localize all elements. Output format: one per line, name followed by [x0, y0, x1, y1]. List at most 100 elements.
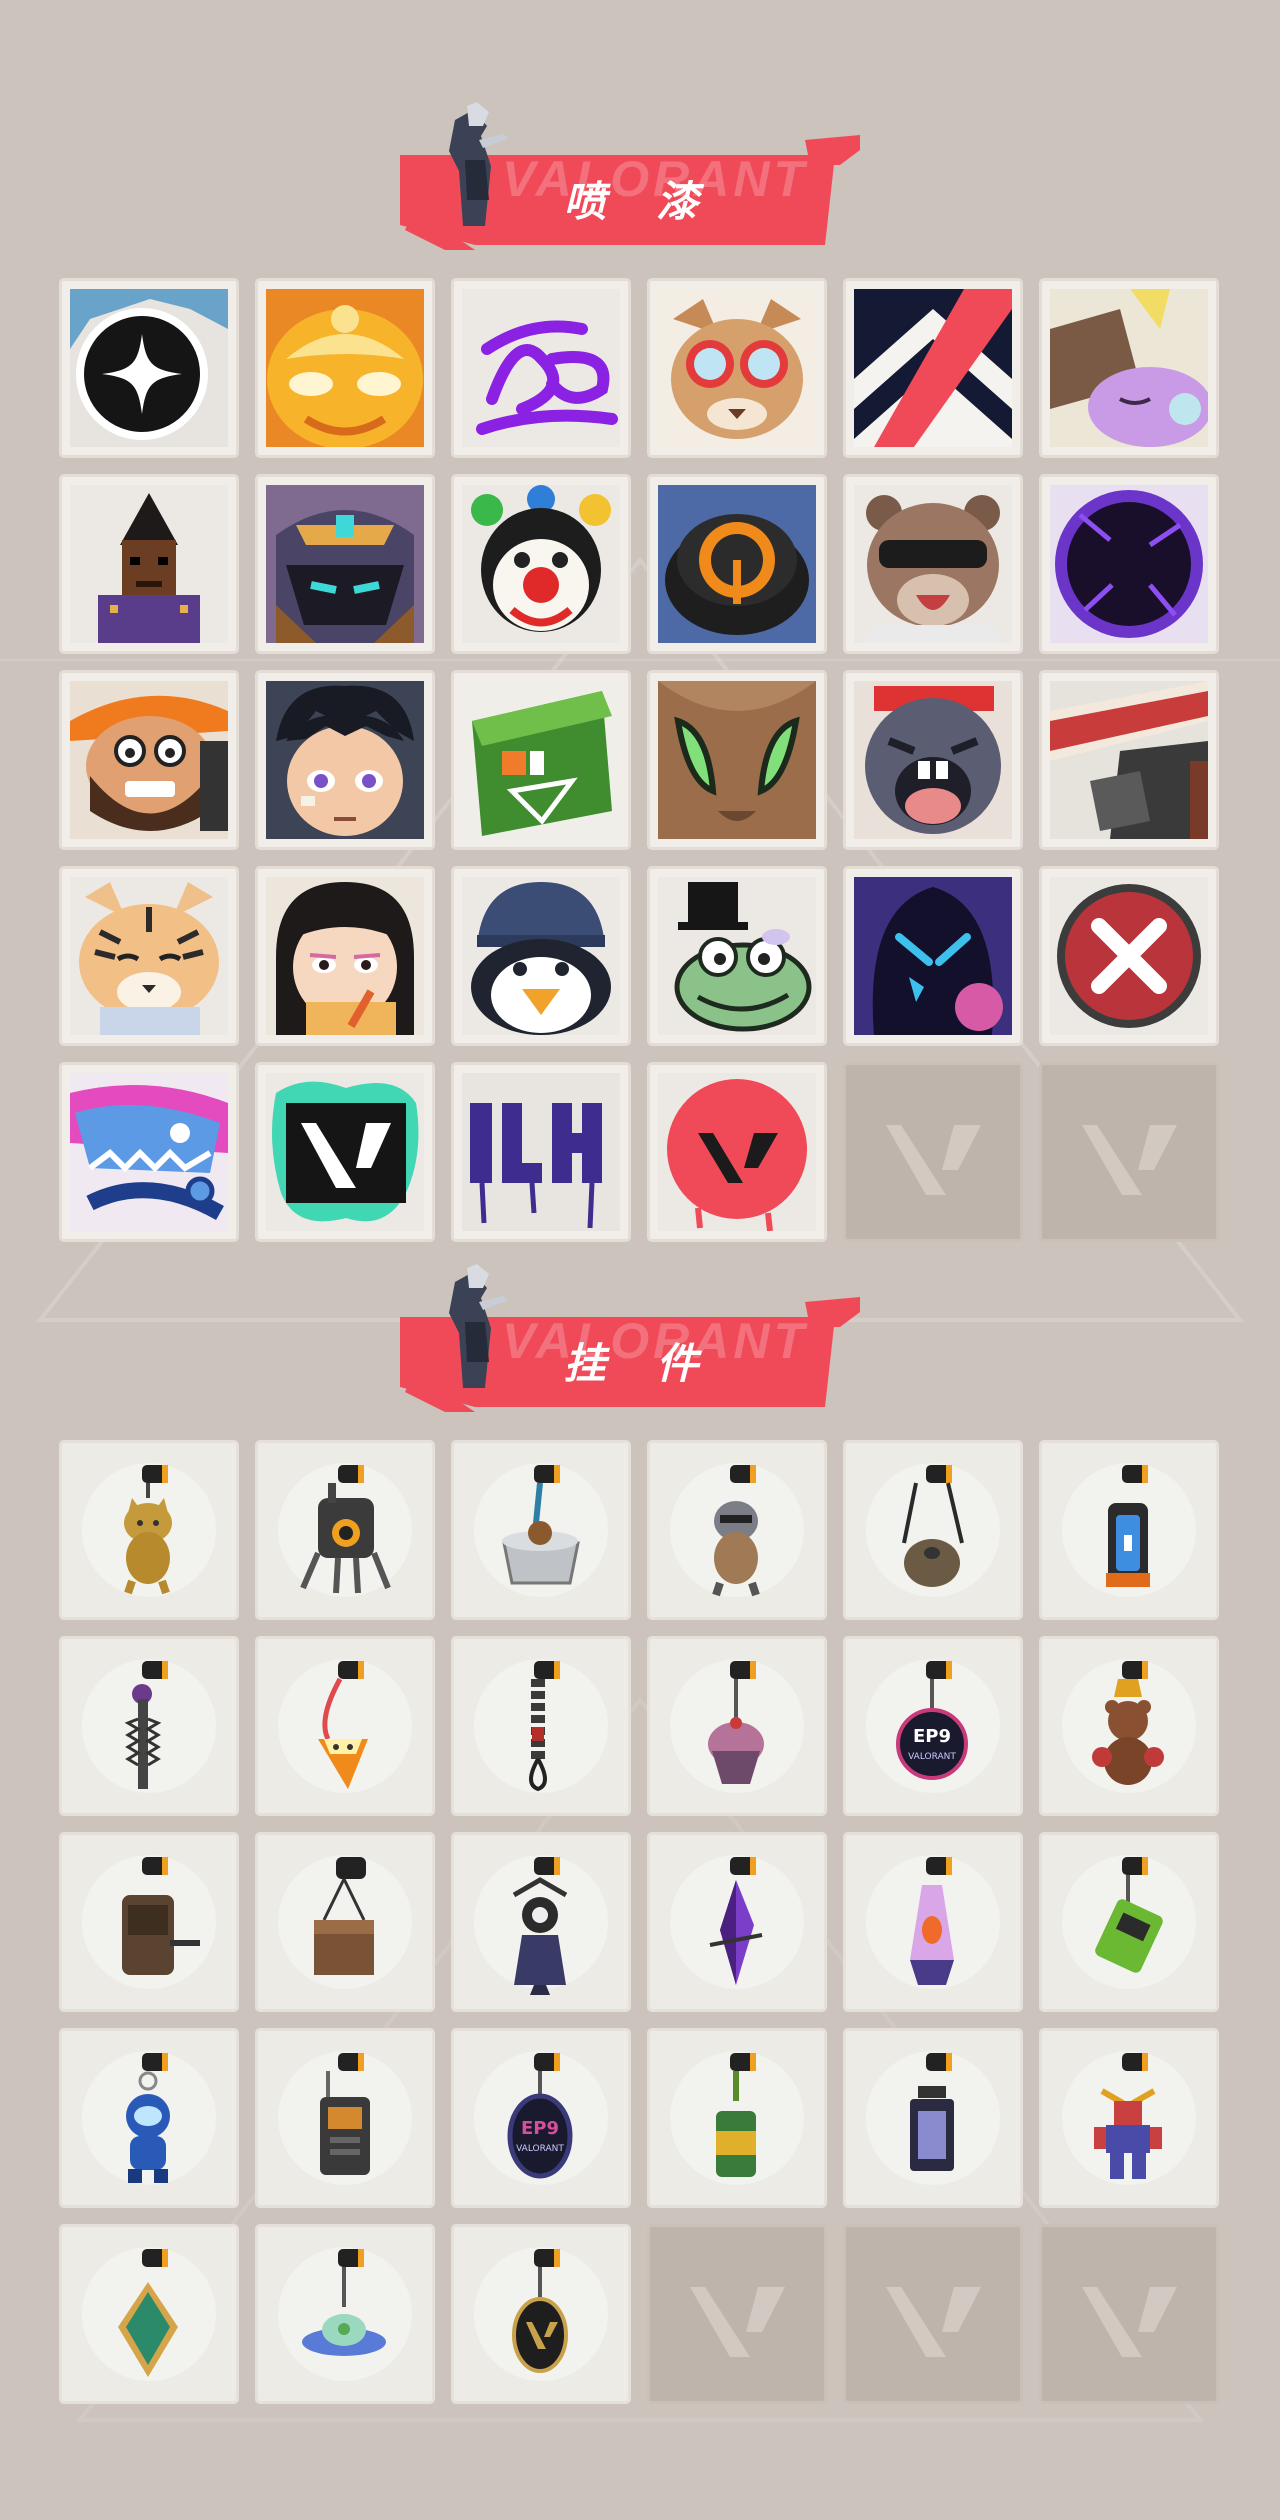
charms-title: 挂 件 [563, 1339, 717, 1388]
star-badge-spray-icon [70, 289, 228, 447]
bathtub-charm-icon [502, 1465, 580, 1585]
mecha-robot-charm-icon [1094, 2053, 1162, 2179]
ice-shark-spray-icon [70, 1073, 228, 1231]
box-crate-charm-icon [314, 1857, 374, 1975]
tiger-spray-icon [70, 877, 228, 1035]
charm-tile[interactable] [647, 2028, 827, 2208]
emerald-diamond-charm-icon [118, 2249, 178, 2377]
svg-text:EP9: EP9 [913, 1726, 951, 1747]
charm-tile[interactable] [255, 2028, 435, 2208]
charm-tile[interactable] [255, 1440, 435, 1620]
spray-tile[interactable] [843, 670, 1023, 850]
spray-tile[interactable] [59, 278, 239, 458]
spray-tile[interactable] [59, 670, 239, 850]
canister-charm-icon [1106, 1465, 1150, 1587]
charm-tile[interactable] [255, 1832, 435, 2012]
charm-tile[interactable] [843, 1440, 1023, 1620]
spray-tile[interactable] [843, 866, 1023, 1046]
spray-tile[interactable] [647, 866, 827, 1046]
crying-seal-spray-icon [854, 681, 1012, 839]
charm-tile[interactable] [647, 1636, 827, 1816]
green-can-charm-icon [716, 2053, 756, 2177]
spray-tile[interactable] [1039, 278, 1219, 458]
charm-tile[interactable] [59, 1440, 239, 1620]
anime-boy-spray-icon [266, 681, 424, 839]
charm-tile[interactable] [451, 1832, 631, 2012]
robot-drone-charm-icon [300, 1465, 391, 1594]
graffiti-tag-spray-icon [462, 1073, 620, 1231]
valorant-splatter-spray-icon [266, 1073, 424, 1231]
jester-doll-charm-icon [512, 1857, 568, 1995]
clown-face-spray-icon [462, 485, 620, 643]
charm-tile[interactable] [59, 2028, 239, 2208]
spray-tile[interactable] [647, 474, 827, 654]
ufo-charm-icon [302, 2249, 386, 2356]
charm-tile[interactable] [1039, 2028, 1219, 2208]
spray-tile[interactable] [451, 278, 631, 458]
charm-tile[interactable] [59, 1636, 239, 1816]
golden-cat-charm-icon [124, 1465, 172, 1595]
spray-tile[interactable] [451, 866, 631, 1046]
svg-text:EP9: EP9 [521, 2118, 559, 2139]
backpack-charm-icon [122, 1857, 200, 1975]
walkie-talkie-charm-icon [320, 2053, 370, 2175]
candy-corn-charm-icon [318, 1661, 368, 1789]
spray-tile[interactable] [1039, 866, 1219, 1046]
charm-tile[interactable] [451, 1636, 631, 1816]
charms-grid: EP9 VALORANT EP9 VALORANT [59, 1440, 1219, 2404]
spray-tile[interactable] [843, 474, 1023, 654]
bear-bell-charm-icon [1092, 1661, 1164, 1785]
lantern-charm-icon [910, 2053, 954, 2171]
green-pager-charm-icon [1095, 1857, 1163, 1973]
spray-tile[interactable] [59, 474, 239, 654]
spray-tile[interactable] [843, 278, 1023, 458]
charm-tile[interactable]: EP9 VALORANT [451, 2028, 631, 2208]
spray-tile[interactable] [647, 1062, 827, 1242]
spray-tile[interactable] [255, 474, 435, 654]
spray-tile[interactable] [255, 1062, 435, 1242]
spray-tile[interactable] [451, 474, 631, 654]
bearded-grin-spray-icon [70, 681, 228, 839]
spray-tile[interactable] [255, 278, 435, 458]
charm-tile[interactable] [59, 1832, 239, 2012]
charms-banner: VALORANT 挂 件 [395, 1262, 865, 1422]
ep9-badge-charm-icon: EP9 VALORANT [507, 2053, 573, 2179]
charm-tile[interactable] [843, 2028, 1023, 2208]
empty-spray-slot [843, 1062, 1023, 1242]
spray-tile[interactable] [59, 866, 239, 1046]
charm-tile[interactable] [647, 1832, 827, 2012]
valorant-logo-icon [1082, 1125, 1177, 1195]
charm-tile[interactable] [451, 2224, 631, 2404]
spray-tile[interactable] [451, 1062, 631, 1242]
cupcake-charm-icon [708, 1661, 764, 1784]
amethyst-charm-icon [709, 1857, 763, 1985]
penguin-beanie-spray-icon [462, 877, 620, 1035]
charm-tile[interactable]: EP9 VALORANT [843, 1636, 1023, 1816]
charm-tile[interactable] [647, 1440, 827, 1620]
empty-charm-slot [647, 2224, 827, 2404]
sunglasses-bear-spray-icon [854, 485, 1012, 643]
spray-tile[interactable] [1039, 474, 1219, 654]
empty-charm-slot [1039, 2224, 1219, 2404]
spray-tile[interactable] [255, 670, 435, 850]
green-crate-spray-icon [462, 681, 620, 839]
spray-tile[interactable] [451, 670, 631, 850]
pixel-agent-spray-icon [70, 485, 228, 643]
charm-tile[interactable] [843, 1832, 1023, 2012]
charm-tile[interactable] [59, 2224, 239, 2404]
charm-tile[interactable] [255, 1636, 435, 1816]
spray-tile[interactable] [647, 278, 827, 458]
charm-tile[interactable] [1039, 1832, 1219, 2012]
charm-tile[interactable] [1039, 1636, 1219, 1816]
charm-tile[interactable] [255, 2224, 435, 2404]
valorant-tag-charm-icon [512, 2249, 568, 2373]
spray-tile[interactable] [255, 866, 435, 1046]
orange-dial-spray-icon [658, 485, 816, 643]
spray-tile[interactable] [1039, 670, 1219, 850]
charm-tile[interactable] [1039, 1440, 1219, 1620]
spray-tile[interactable] [647, 670, 827, 850]
charm-tile[interactable] [451, 1440, 631, 1620]
spray-tile[interactable] [59, 1062, 239, 1242]
green-eyes-spray-icon [658, 681, 816, 839]
frog-top-hat-spray-icon [658, 877, 816, 1035]
